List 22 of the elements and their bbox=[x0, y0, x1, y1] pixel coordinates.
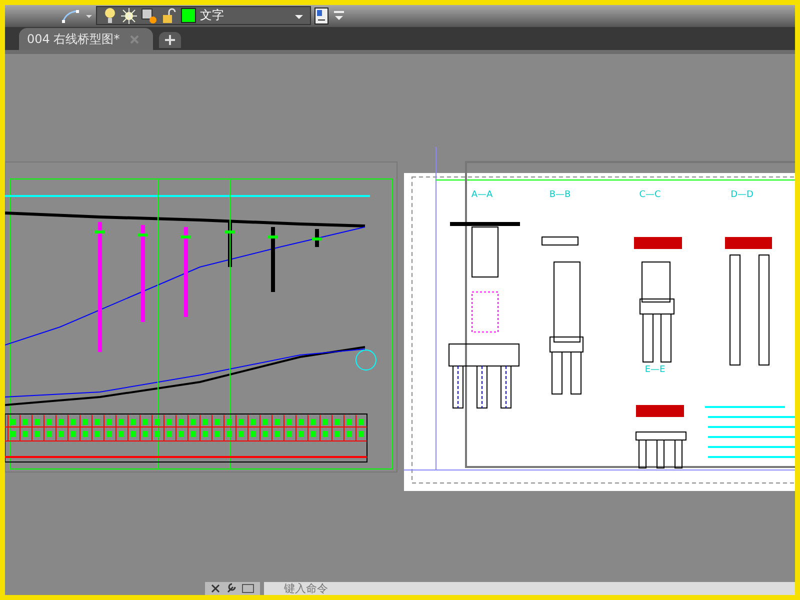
layer-color-swatch bbox=[181, 8, 196, 24]
layer-dropdown[interactable]: 文字 bbox=[96, 6, 311, 26]
section-label: D—D bbox=[730, 190, 754, 200]
close-icon[interactable] bbox=[211, 584, 220, 593]
section-label: A—A bbox=[471, 190, 493, 200]
layer-properties-icon[interactable] bbox=[314, 6, 330, 25]
sun-icon[interactable] bbox=[121, 8, 137, 24]
command-input[interactable]: 键入命令 bbox=[264, 582, 795, 595]
polyline-icon[interactable] bbox=[60, 8, 82, 24]
overflow-menu-icon[interactable] bbox=[333, 8, 345, 23]
unlocked-padlock-icon[interactable] bbox=[161, 8, 177, 24]
section-label: E—E bbox=[644, 364, 666, 375]
wrench-icon[interactable] bbox=[226, 583, 236, 594]
section-label: B—B bbox=[549, 190, 571, 200]
new-tab-button[interactable] bbox=[158, 32, 181, 48]
section-label: C—C bbox=[639, 190, 661, 200]
terminal-icon[interactable] bbox=[242, 584, 254, 593]
plus-icon bbox=[164, 35, 175, 46]
document-tab[interactable]: 004 右线桥型图* bbox=[19, 28, 153, 50]
layer-name: 文字 bbox=[200, 7, 225, 24]
lightbulb-icon[interactable] bbox=[103, 6, 117, 25]
tab-label: 004 右线桥型图* bbox=[27, 30, 120, 48]
